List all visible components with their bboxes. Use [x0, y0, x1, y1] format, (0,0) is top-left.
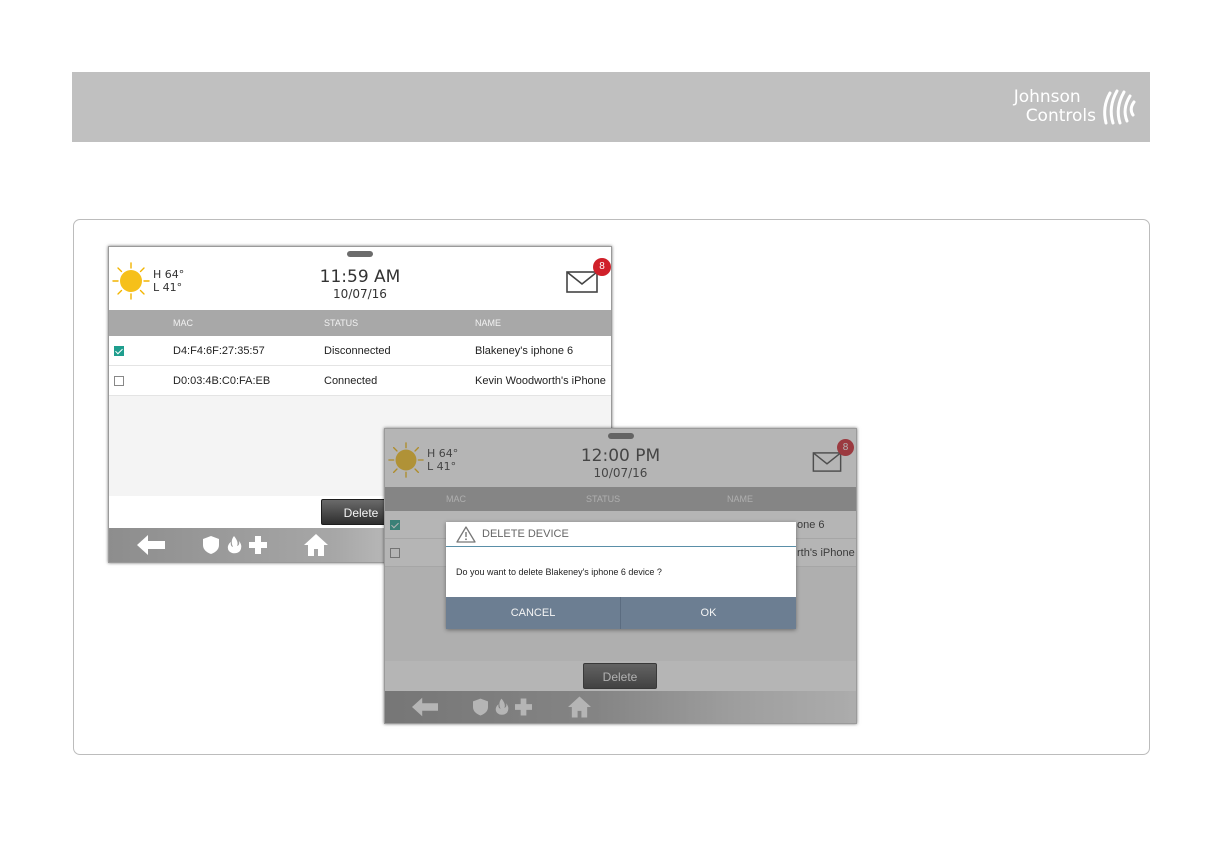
dialog-message: Do you want to delete Blakeney's iphone … [456, 567, 662, 577]
medical-cross-icon[interactable] [249, 536, 267, 554]
logo-line1: Johnson [1013, 87, 1081, 107]
header-band: Johnson Controls [72, 72, 1150, 142]
fire-icon[interactable] [226, 536, 242, 554]
shield-icon[interactable] [203, 536, 219, 554]
manual-page: Johnson Controls H 64° L 41° 11:59 AM 10… [0, 0, 1224, 864]
clock-date: 10/07/16 [333, 287, 387, 301]
johnson-controls-logo-icon [1103, 89, 1136, 125]
col-name: NAME [475, 318, 502, 328]
delete-device-dialog: DELETE DEVICE Do you want to delete Blak… [446, 522, 796, 629]
panel-screen-delete-confirm: H 64° L 41° 12:00 PM 10/07/16 8 MAC STAT… [384, 428, 857, 724]
table-header: MAC STATUS NAME [109, 310, 611, 336]
clock: 11:59 AM 10/07/16 [109, 267, 611, 301]
table-row[interactable]: D0:03:4B:C0:FA:EB Connected Kevin Woodwo… [109, 366, 611, 396]
back-arrow-icon[interactable] [137, 535, 165, 555]
row-name: Blakeney's iphone 6 [475, 344, 574, 357]
ok-button[interactable]: OK [621, 597, 796, 629]
messages-button[interactable] [566, 271, 598, 298]
row-checkbox[interactable] [114, 375, 124, 386]
warning-icon [456, 526, 476, 543]
logo-line2: Controls [1025, 106, 1096, 126]
row-status: Connected [324, 374, 378, 387]
row-mac: D4:F4:6F:27:35:57 [173, 344, 265, 357]
mail-badge: 8 [593, 258, 611, 276]
dialog-title: DELETE DEVICE [482, 528, 569, 540]
mail-icon [566, 271, 598, 293]
johnson-controls-logo: Johnson Controls [1014, 84, 1136, 130]
table-row[interactable]: D4:F4:6F:27:35:57 Disconnected Blakeney'… [109, 336, 611, 366]
row-status: Disconnected [324, 344, 391, 357]
dialog-actions: CANCEL OK [446, 597, 796, 629]
dialog-title-bar: DELETE DEVICE [446, 522, 796, 547]
row-checkbox[interactable] [114, 345, 124, 356]
home-icon[interactable] [303, 533, 329, 557]
col-status: STATUS [324, 318, 359, 328]
pull-down-handle[interactable] [347, 251, 373, 257]
row-mac: D0:03:4B:C0:FA:EB [173, 374, 271, 387]
col-mac: MAC [173, 318, 193, 328]
logo-text: Johnson Controls [1014, 88, 1096, 126]
clock-time: 11:59 AM [319, 267, 401, 287]
cancel-button[interactable]: CANCEL [446, 597, 621, 629]
row-name: Kevin Woodworth's iPhone [475, 374, 606, 387]
